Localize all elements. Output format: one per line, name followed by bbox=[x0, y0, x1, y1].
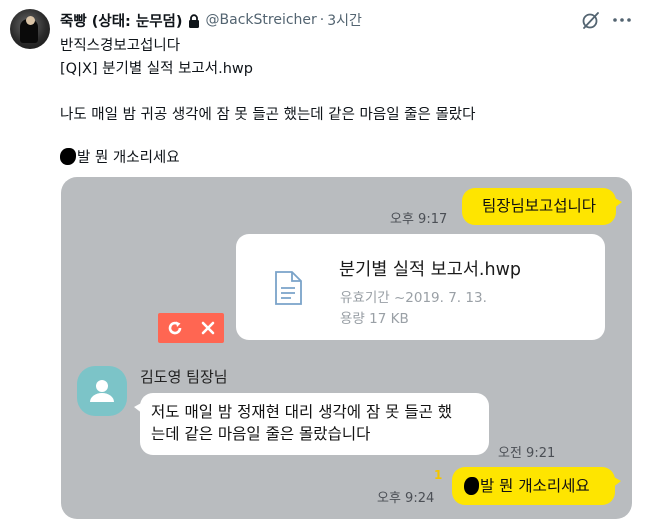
message-timestamp: 오후 9:17 bbox=[390, 212, 448, 227]
chat-screenshot-image[interactable]: 오후 9:17 팀장님보고섭니다 분기별 실적 보고서.hwp 유효기간 ~20… bbox=[61, 177, 632, 519]
unread-count: 1 bbox=[434, 468, 443, 482]
close-icon bbox=[191, 313, 224, 343]
message-timestamp: 오전 9:21 bbox=[498, 446, 556, 461]
user-handle[interactable]: @BackStreicher bbox=[206, 12, 317, 28]
tweet-header: 죽빵 (상태: 눈무덤) @BackStreicher · 3시간 bbox=[60, 10, 362, 30]
tweet-text-line: 반직스경보고섭니다 bbox=[60, 38, 181, 54]
censor-mark bbox=[60, 148, 76, 165]
sent-message-bubble: 발 뭔 개소리세요 bbox=[452, 467, 621, 505]
grok-icon[interactable] bbox=[580, 9, 602, 31]
file-expiry: 유효기간 ~2019. 7. 13. bbox=[340, 290, 487, 306]
more-icon[interactable] bbox=[610, 9, 634, 31]
file-name: 분기별 실적 보고서.hwp bbox=[339, 260, 522, 280]
previous-tweet-fragment: · · · · · · bbox=[0, 0, 649, 6]
profile-avatar bbox=[77, 366, 127, 416]
tweet-text-line: 발 뭔 개소리세요 bbox=[60, 146, 180, 167]
received-message-bubble: 저도 매일 밤 정재현 대리 생각에 잠 못 들곤 했 는데 같은 마음일 줄은… bbox=[134, 393, 489, 455]
sender-name: 김도영 팀장님 bbox=[140, 368, 228, 386]
separator-dot: · bbox=[319, 12, 325, 28]
message-timestamp: 오후 9:24 bbox=[377, 491, 435, 506]
file-size: 용량 17 KB bbox=[340, 311, 409, 327]
lock-icon bbox=[188, 13, 200, 28]
file-attachment-card: 분기별 실적 보고서.hwp 유효기간 ~2019. 7. 13. 용량 17 … bbox=[236, 234, 605, 340]
retry-icon bbox=[158, 313, 191, 343]
sent-message-bubble: 팀장님보고섭니다 bbox=[462, 188, 622, 225]
tweet-text-line: [Q|X] 분기별 실적 보고서.hwp bbox=[60, 61, 253, 77]
display-name[interactable]: 죽빵 (상태: 눈무덤) bbox=[60, 10, 183, 31]
document-icon bbox=[273, 271, 303, 305]
tweet-text-line: 나도 매일 밤 귀공 생각에 잠 못 들곤 했는데 같은 마음일 줄은 몰랐다 bbox=[60, 107, 476, 123]
tweet-time[interactable]: 3시간 bbox=[327, 10, 362, 30]
censor-mark bbox=[464, 477, 479, 495]
message-action-bar bbox=[158, 313, 224, 343]
avatar[interactable] bbox=[10, 9, 50, 49]
